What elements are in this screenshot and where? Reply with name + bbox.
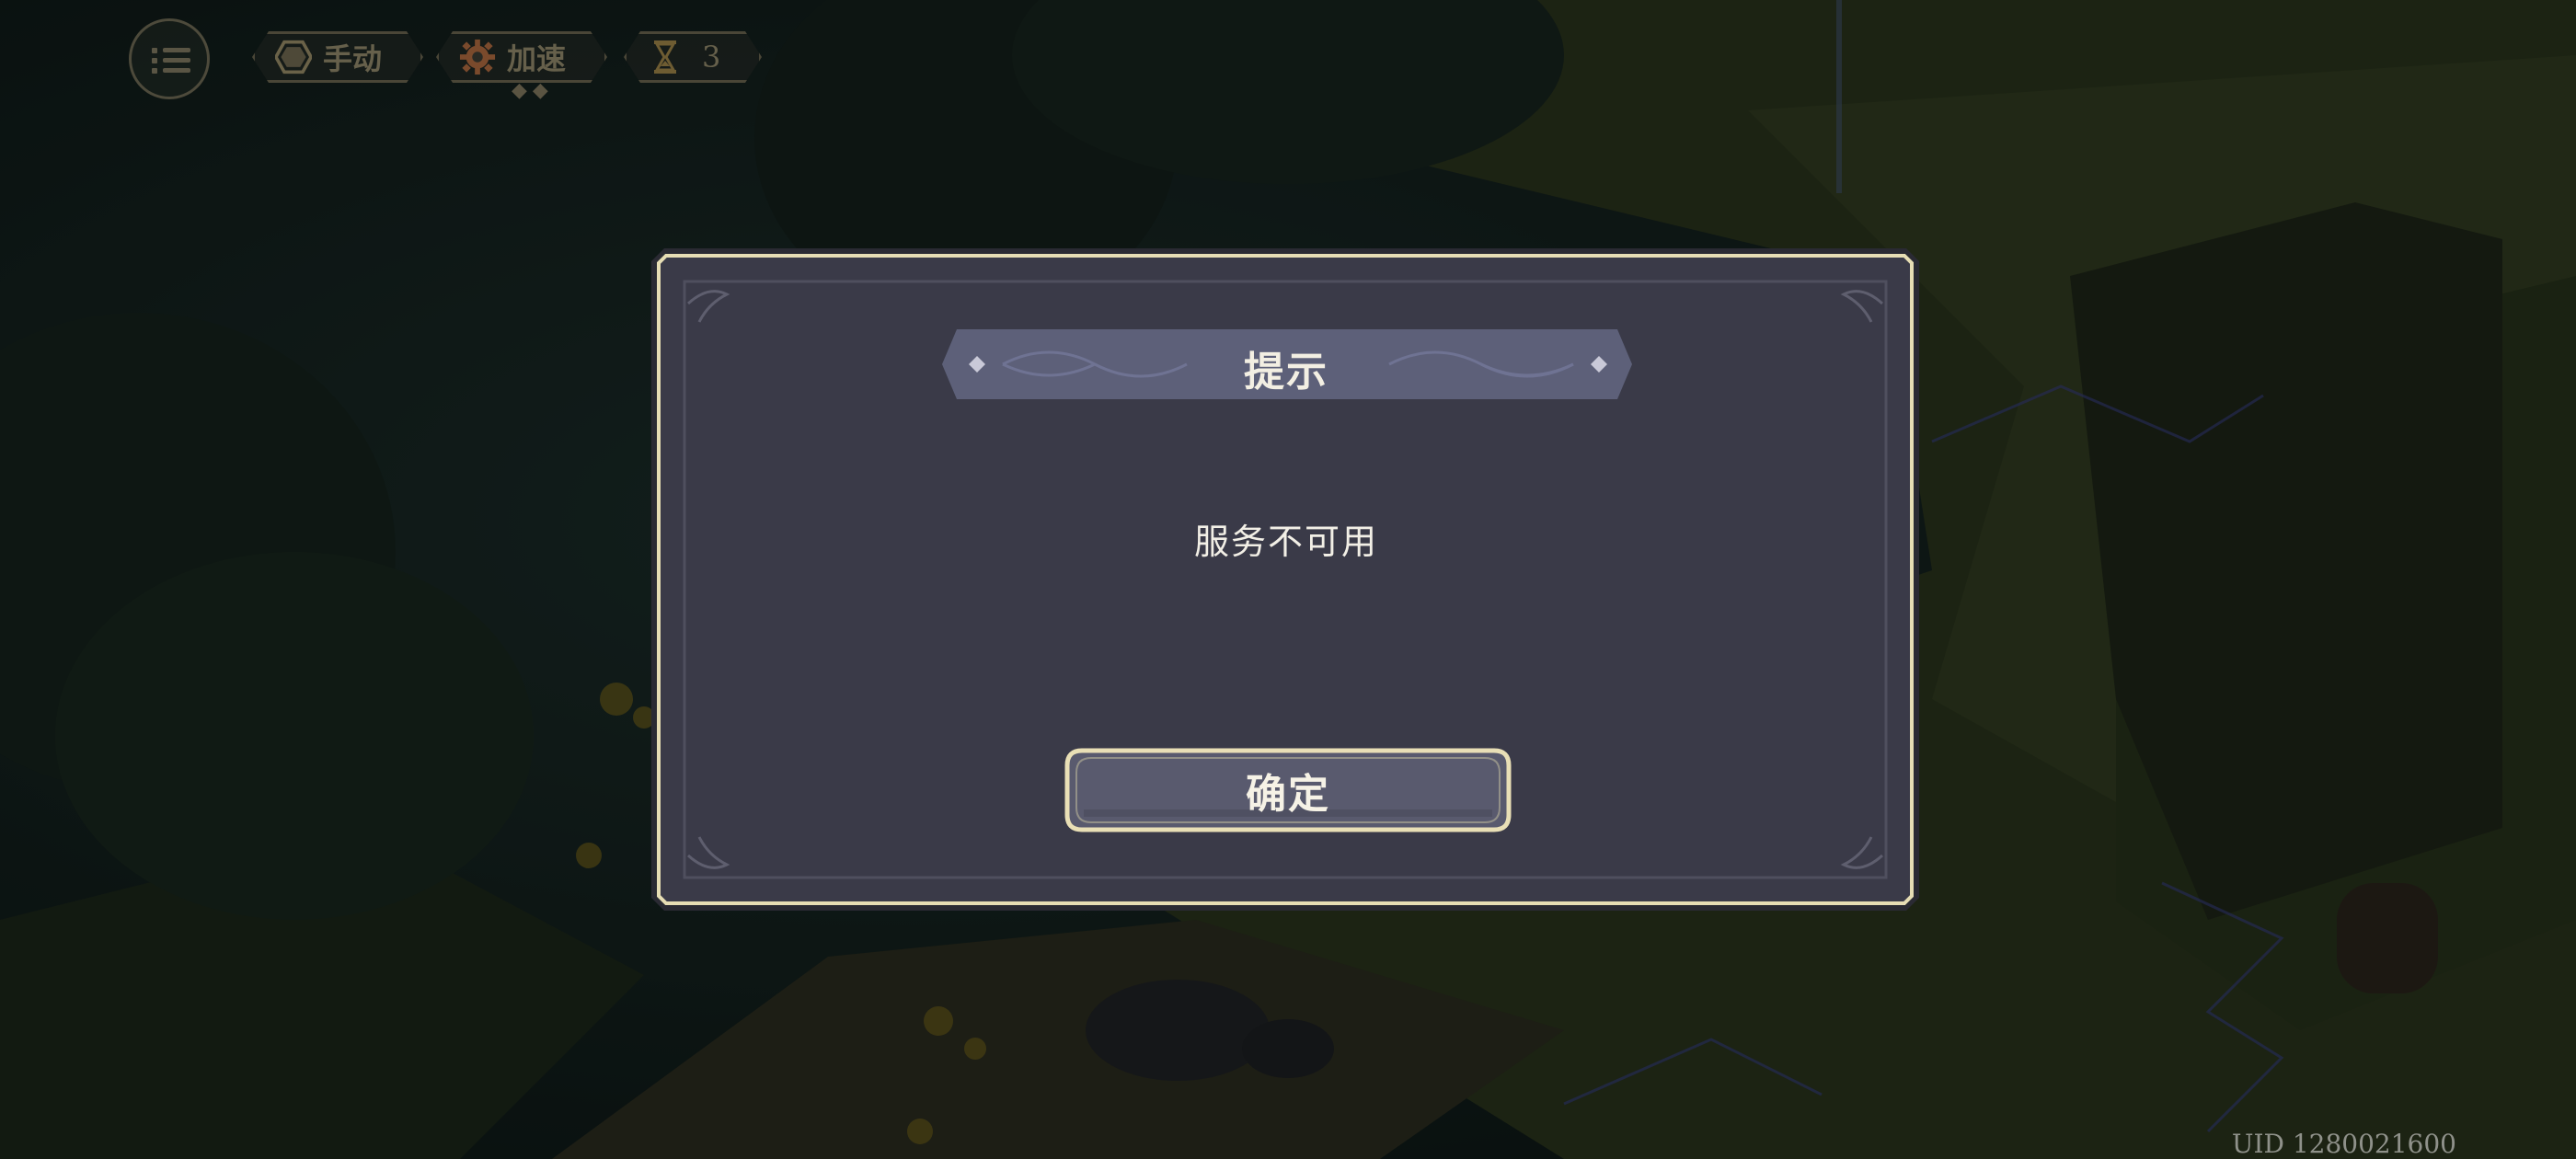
dialog-message: 服务不可用 [1193,522,1378,562]
confirm-button[interactable]: 确定 [1065,749,1511,832]
game-screen: 手动 加速 ◆◆ 3 提示 服务不可用 确定 UID 1280021600 [0,0,2576,1159]
dialog-title: 提示 [1244,349,1328,396]
dialog-frame [651,248,1919,911]
confirm-button-label: 确定 [1246,771,1330,818]
user-id-label: UID 1280021600 [2231,1129,2456,1159]
